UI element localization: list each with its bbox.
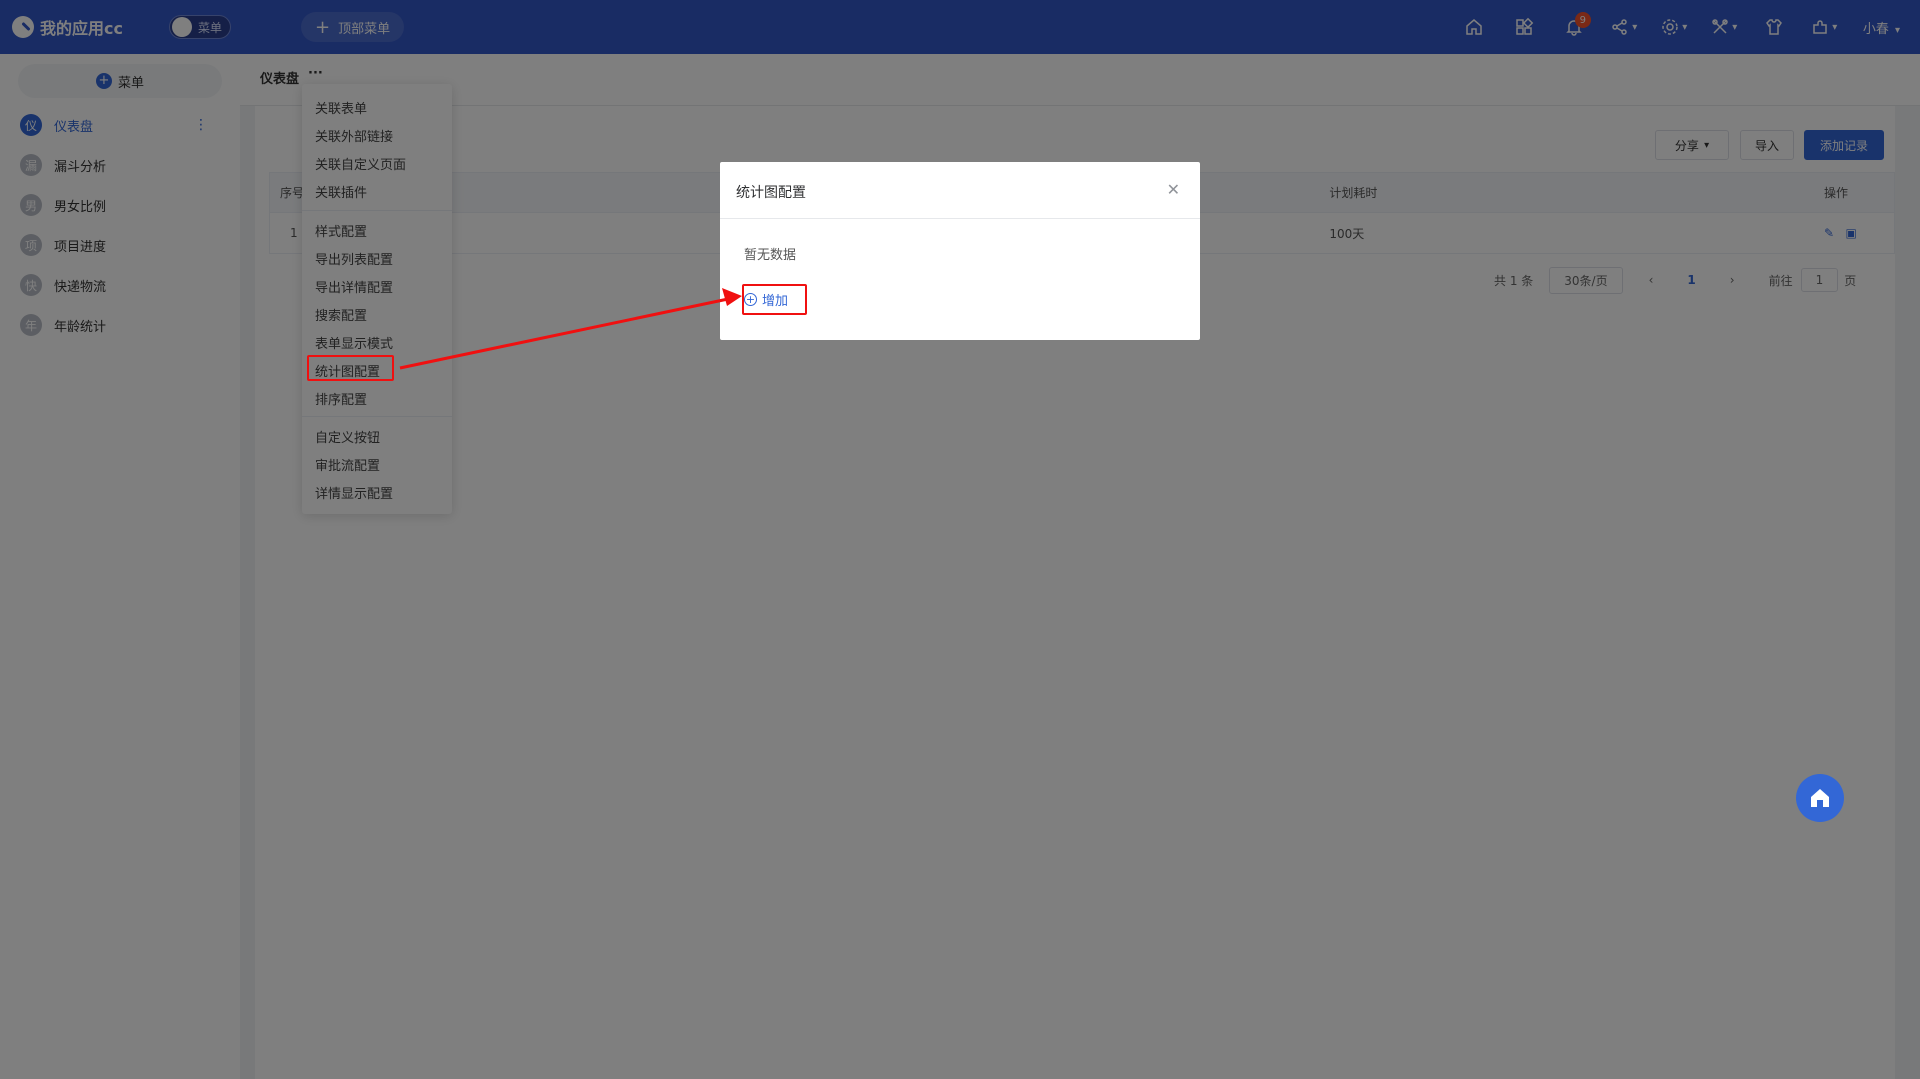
close-icon[interactable]: ✕ [1167, 180, 1180, 199]
highlight-box-chart-config [307, 355, 394, 381]
floating-home-button[interactable] [1796, 774, 1844, 822]
highlight-box-add [742, 284, 807, 315]
dialog-title: 统计图配置 [736, 185, 806, 201]
empty-data-text: 暂无数据 [744, 248, 797, 263]
house-icon [1811, 789, 1829, 807]
dialog-divider [720, 218, 1200, 219]
chart-config-dialog: 统计图配置 ✕ 暂无数据 + 增加 [720, 162, 1200, 340]
